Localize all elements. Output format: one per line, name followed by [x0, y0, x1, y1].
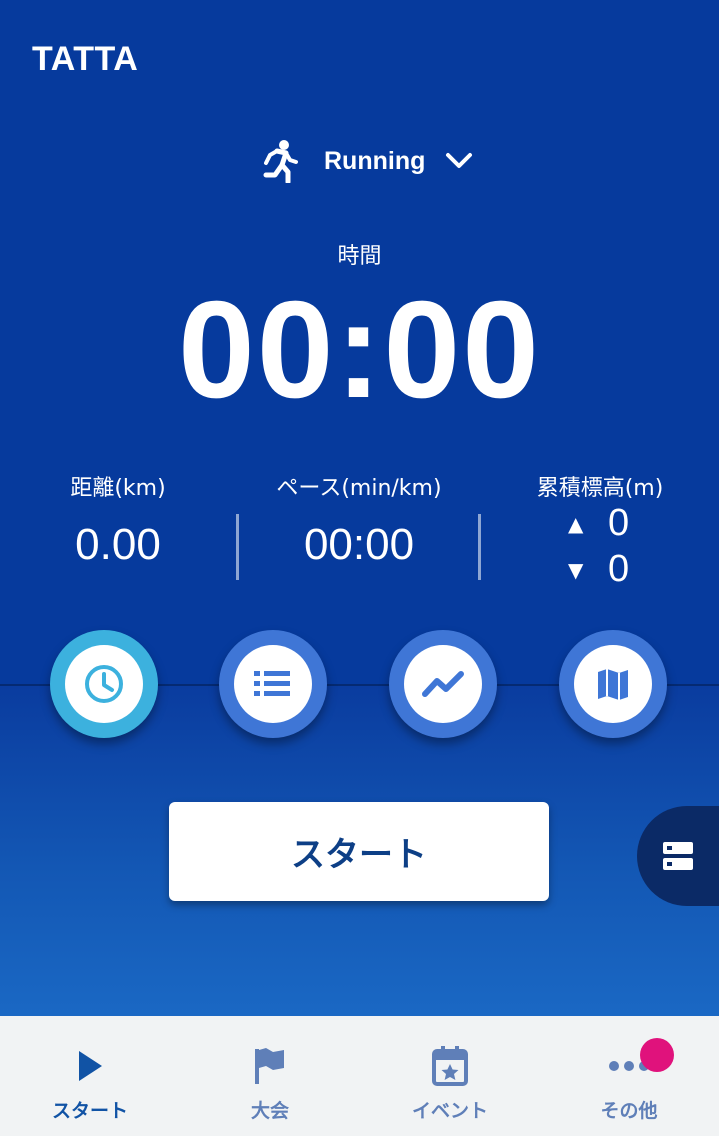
elevation-gain: ▲ 0 [568, 502, 629, 545]
calendar-star-icon [432, 1046, 468, 1086]
activity-label: Running [324, 146, 426, 175]
up-arrow-icon: ▲ [568, 511, 584, 536]
tab-start[interactable]: スタート [0, 1016, 180, 1136]
stat-divider [478, 514, 481, 580]
play-icon [79, 1051, 102, 1081]
stat-divider [236, 514, 239, 580]
clock-mode-button[interactable] [50, 630, 158, 738]
map-mode-button[interactable] [559, 630, 667, 738]
chart-line-icon [422, 671, 464, 697]
timer-label: 時間 [337, 244, 382, 269]
bottom-tab-bar: スタート 大会 イベント その他 [0, 1016, 719, 1136]
tab-races-label: 大会 [250, 1100, 289, 1122]
flag-icon [255, 1048, 284, 1084]
clock-mode-button-face [65, 645, 143, 723]
notification-badge [640, 1038, 674, 1072]
tab-more-label: その他 [600, 1100, 658, 1122]
tab-events-icon-wrap [431, 1046, 469, 1086]
tab-start-label: スタート [51, 1100, 128, 1122]
distance-value: 0.00 [75, 520, 161, 569]
elevation-loss: ▼ 0 [568, 548, 629, 591]
panel-icon [663, 842, 693, 870]
chart-mode-button-face [404, 645, 482, 723]
start-button[interactable]: スタート [169, 802, 549, 901]
timer-value: 00:00 [178, 273, 541, 427]
map-mode-button-face [574, 645, 652, 723]
clock-icon [85, 665, 123, 703]
app-logo: TATTA [32, 40, 139, 78]
activity-selector[interactable]: Running [258, 138, 473, 184]
tab-start-icon-wrap [76, 1046, 104, 1086]
chart-mode-button[interactable] [389, 630, 497, 738]
elevation-gain-value: 0 [608, 502, 630, 544]
pace-label: ペース(min/km) [276, 476, 442, 501]
running-icon [263, 140, 298, 183]
list-mode-button-face [234, 645, 312, 723]
elevation-label: 累積標高(m) [536, 476, 664, 501]
tab-races-icon-wrap [252, 1046, 288, 1086]
tab-races[interactable]: 大会 [180, 1016, 360, 1136]
chevron-down-icon [446, 153, 473, 168]
down-arrow-icon: ▼ [568, 557, 584, 582]
list-mode-button[interactable] [219, 630, 327, 738]
tab-events[interactable]: イベント [360, 1016, 540, 1136]
pace-value: 00:00 [303, 520, 415, 569]
map-icon [598, 669, 628, 700]
elevation-loss-value: 0 [608, 548, 630, 590]
tab-events-label: イベント [411, 1100, 488, 1122]
tab-more[interactable]: その他 [539, 1016, 719, 1136]
list-icon [254, 671, 290, 696]
distance-label: 距離(km) [70, 476, 166, 501]
